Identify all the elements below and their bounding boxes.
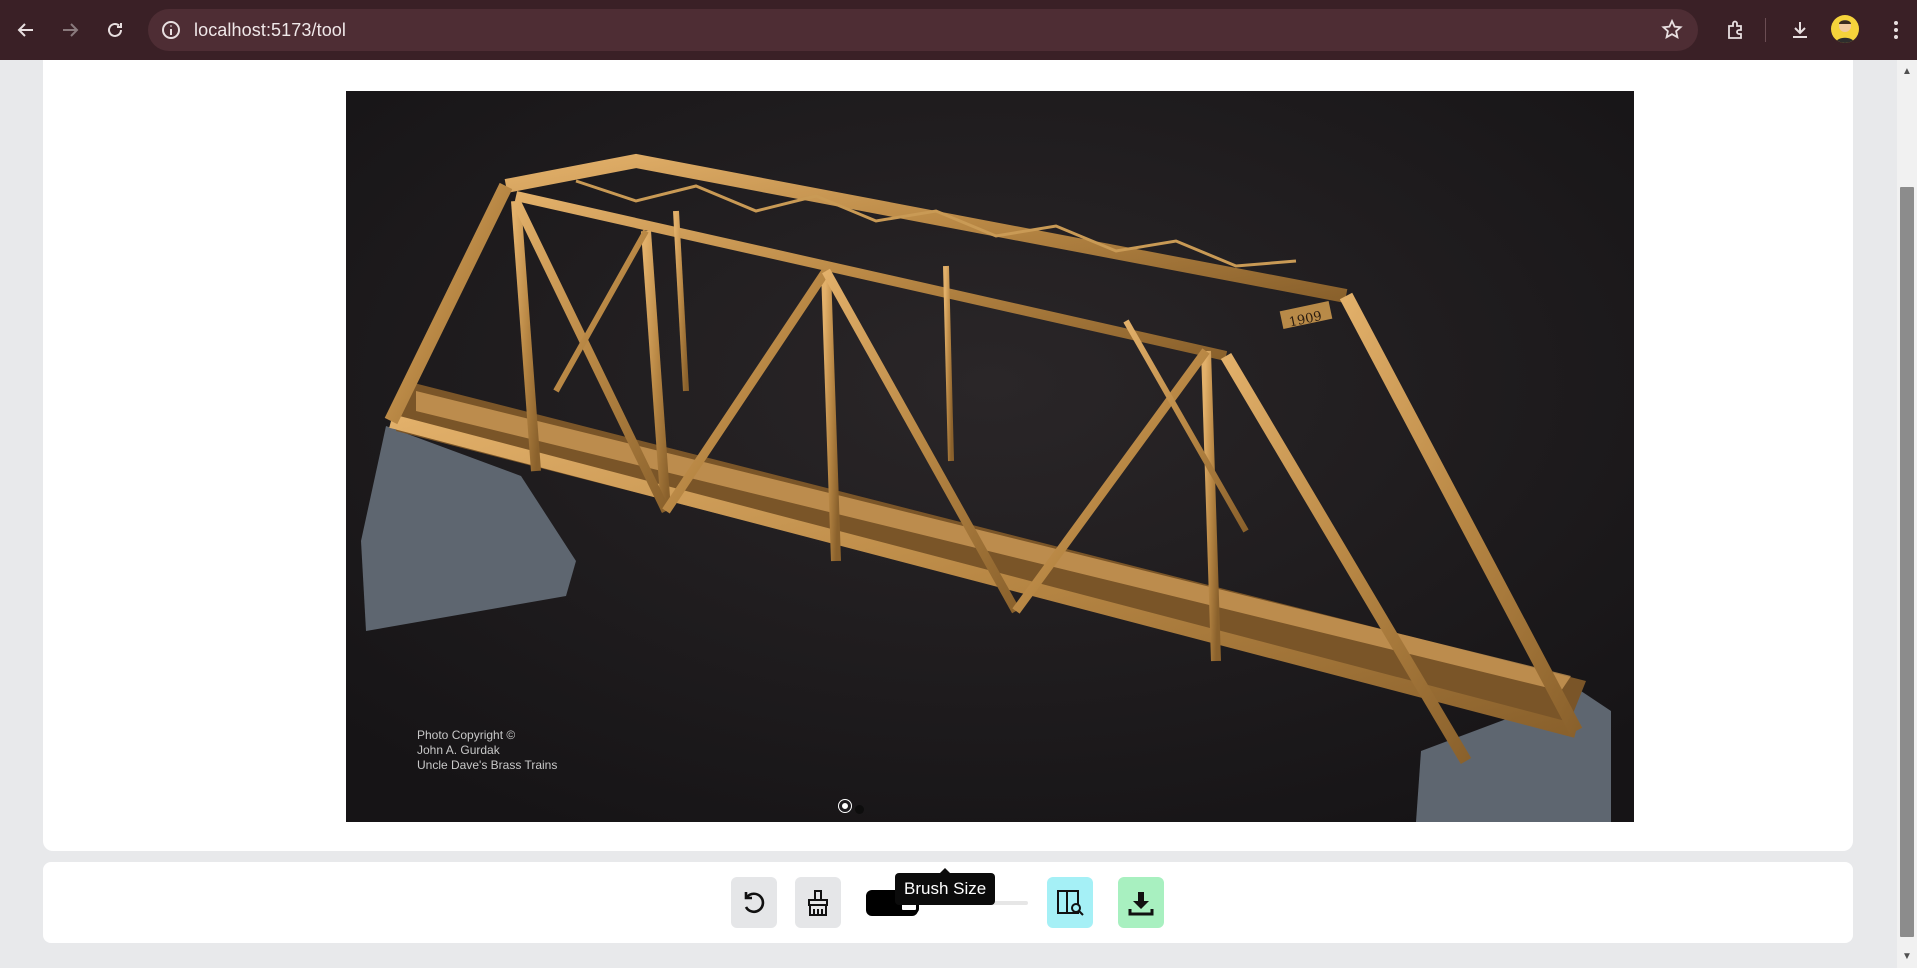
undo-icon — [744, 891, 765, 913]
carousel-dots — [839, 800, 864, 814]
reload-button[interactable] — [97, 12, 133, 48]
brush-size-tooltip: Brush Size — [895, 868, 996, 905]
page-content: 1909 Photo Copyright © John A. Gurdak Un… — [0, 60, 1897, 968]
carousel-dot[interactable] — [855, 805, 864, 814]
photo-copyright: Photo Copyright © John A. Gurdak Uncle D… — [417, 728, 557, 773]
undo-button[interactable] — [731, 877, 777, 928]
menu-kebab-icon[interactable] — [1878, 12, 1914, 48]
copyright-line: Photo Copyright © — [417, 728, 516, 742]
scroll-down-arrow-icon[interactable]: ▼ — [1902, 951, 1912, 962]
extensions-icon[interactable] — [1718, 12, 1754, 48]
copyright-line: Uncle Dave's Brass Trains — [417, 758, 558, 772]
address-bar[interactable]: localhost:5173/tool — [148, 9, 1698, 51]
arrow-right-icon — [63, 23, 79, 37]
site-info-icon[interactable] — [160, 19, 182, 41]
bookmark-star-icon[interactable] — [1660, 18, 1684, 47]
back-button[interactable] — [8, 12, 44, 48]
download-button[interactable] — [1118, 877, 1164, 928]
carousel-dot-active[interactable] — [839, 800, 851, 812]
browser-toolbar: localhost:5173/tool — [0, 0, 1917, 60]
brass-truss-bridge-image: 1909 — [346, 91, 1634, 822]
image-card: 1909 Photo Copyright © John A. Gurdak Un… — [43, 60, 1853, 851]
toolbar-divider — [1765, 18, 1766, 42]
download-icon — [1128, 891, 1154, 915]
url-text: localhost:5173/tool — [194, 20, 347, 40]
arrow-left-icon — [17, 23, 33, 37]
profile-avatar[interactable] — [1831, 15, 1859, 43]
copyright-line: John A. Gurdak — [417, 743, 500, 757]
broom-icon — [808, 889, 828, 916]
scrollbar-thumb[interactable] — [1900, 187, 1914, 937]
forward-button[interactable] — [52, 12, 88, 48]
scroll-up-arrow-icon[interactable]: ▲ — [1902, 66, 1912, 77]
compare-button[interactable] — [1047, 877, 1093, 928]
downloads-icon[interactable] — [1782, 12, 1818, 48]
clear-button[interactable] — [795, 877, 841, 928]
bridge-photo[interactable]: 1909 Photo Copyright © John A. Gurdak Un… — [346, 91, 1634, 822]
page-scrollbar[interactable]: ▲ ▼ — [1897, 60, 1917, 968]
compare-icon — [1057, 889, 1084, 916]
reload-icon — [108, 22, 122, 37]
